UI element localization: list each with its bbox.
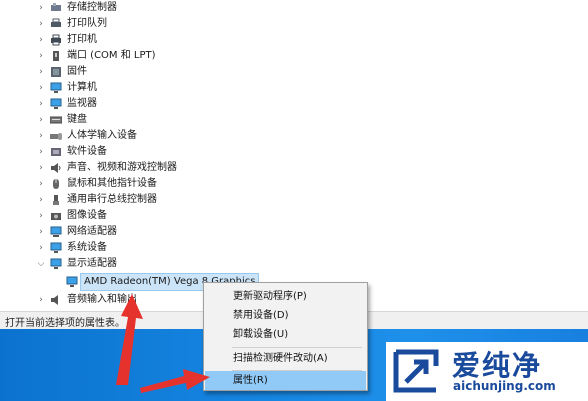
chevron-right-icon[interactable]: ›	[36, 64, 46, 80]
usb-icon	[50, 194, 62, 206]
firmware-icon	[50, 66, 62, 78]
menu-item-uninstall-device[interactable]: 卸载设备(U)	[205, 325, 366, 344]
port-icon	[50, 50, 62, 62]
chevron-right-icon[interactable]: ›	[36, 224, 46, 240]
status-text: 打开当前选择项的属性表。	[5, 318, 125, 329]
watermark-url: aichunjing.com	[453, 379, 556, 393]
printer-icon	[50, 34, 62, 46]
menu-item-scan-hardware[interactable]: 扫描检测硬件改动(A)	[205, 349, 366, 368]
chevron-right-icon[interactable]: ›	[36, 48, 46, 64]
gpu-icon	[66, 276, 78, 288]
context-menu: 更新驱动程序(P) 禁用设备(D) 卸载设备(U) 扫描检测硬件改动(A) 属性…	[203, 282, 368, 391]
mouse-icon	[50, 178, 62, 190]
monitor-icon	[50, 98, 62, 110]
print-queue-icon	[50, 18, 62, 30]
chevron-right-icon[interactable]: ›	[36, 0, 46, 16]
hid-icon	[50, 130, 62, 142]
watermark-brand: 爱纯净	[452, 349, 543, 382]
watermark: 爱纯净 aichunjing.com	[386, 342, 588, 401]
display-adapter-icon	[50, 258, 62, 270]
chevron-right-icon[interactable]: ›	[36, 144, 46, 160]
computer-icon	[50, 82, 62, 94]
menu-item-update-driver[interactable]: 更新驱动程序(P)	[205, 287, 366, 306]
chevron-right-icon[interactable]: ›	[36, 240, 46, 256]
storage-controller-icon	[50, 2, 62, 14]
menu-item-disable-device[interactable]: 禁用设备(D)	[205, 306, 366, 325]
menu-separator	[232, 347, 362, 348]
chevron-right-icon[interactable]: ›	[36, 176, 46, 192]
chevron-right-icon[interactable]: ›	[36, 80, 46, 96]
keyboard-icon	[49, 114, 63, 126]
chevron-right-icon[interactable]: ›	[36, 32, 46, 48]
sound-icon	[50, 162, 62, 174]
chevron-right-icon[interactable]: ›	[36, 96, 46, 112]
chevron-right-icon[interactable]: ›	[36, 160, 46, 176]
system-device-icon	[50, 242, 62, 254]
menu-item-properties[interactable]: 属性(R)	[205, 371, 366, 390]
device-manager-tree: › 存储控制器 › 打印队列 › 打印机 › 端口 (COM 和 LPT) › …	[0, 0, 588, 310]
chevron-right-icon[interactable]: ›	[36, 292, 46, 308]
chevron-right-icon[interactable]: ›	[36, 208, 46, 224]
chevron-down-icon[interactable]: ⌵	[36, 256, 46, 272]
network-adapter-icon	[50, 226, 62, 238]
chevron-right-icon[interactable]: ›	[36, 128, 46, 144]
audio-icon	[50, 294, 62, 306]
logo-icon	[393, 349, 439, 393]
chevron-right-icon[interactable]: ›	[36, 112, 46, 128]
chevron-right-icon[interactable]: ›	[36, 16, 46, 32]
chevron-right-icon[interactable]: ›	[36, 192, 46, 208]
software-device-icon	[50, 146, 62, 158]
camera-icon	[50, 210, 62, 222]
